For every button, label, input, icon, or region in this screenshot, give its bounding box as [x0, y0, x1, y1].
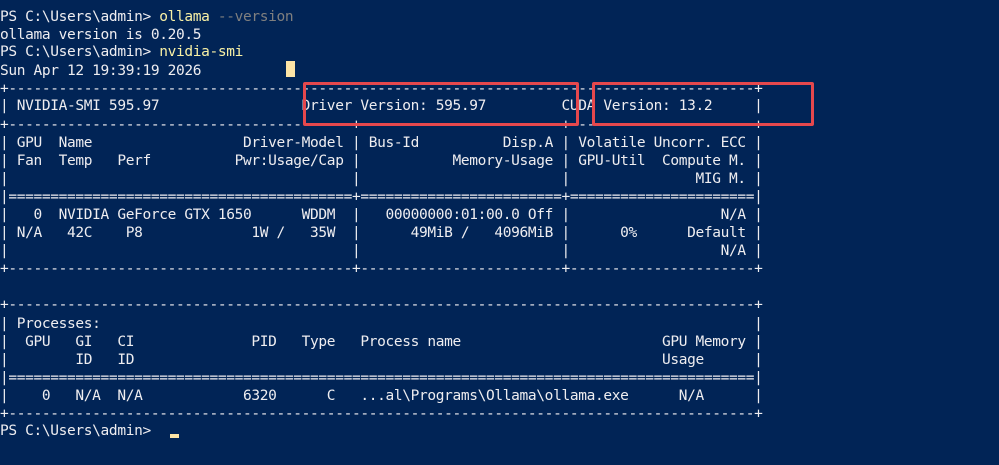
smi-column-header-1: | GPU Name Driver-Model | Bus-Id Disp.A … — [0, 135, 763, 151]
prompt: PS C:\Users\admin> — [0, 44, 160, 60]
smi-gpu-row-3: | | | N/A | — [0, 243, 763, 259]
prompt: PS C:\Users\admin> — [0, 9, 160, 25]
processes-column-header-1: | GPU GI CI PID Type Process name GPU Me… — [0, 334, 763, 350]
smi-column-header-3: | | | MIG M. | — [0, 171, 763, 187]
process-row-ollama: | 0 N/A N/A 6320 C ...al\Programs\Ollama… — [0, 388, 763, 404]
processes-title: | Processes: | — [0, 316, 763, 332]
command-ollama: ollama — [159, 9, 210, 25]
processes-separator-double: |=======================================… — [0, 370, 763, 386]
terminal-line-3: PS C:\Users\admin> nvidia-smi — [0, 43, 243, 61]
highlight-box-cuda-version — [592, 82, 814, 126]
smi-gpu-row-1: | 0 NVIDIA GeForce GTX 1650 WDDM | 00000… — [0, 207, 763, 223]
smi-gpu-row-2: | N/A 42C P8 1W / 35W | 49MiB / 4096MiB … — [0, 225, 763, 241]
powershell-terminal[interactable]: PS C:\Users\admin> ollama --version olla… — [0, 0, 999, 465]
ollama-version-output: ollama version is 0.20.5 — [0, 27, 202, 43]
smi-separator-double: |=======================================… — [0, 189, 763, 205]
processes-column-header-2: | ID ID Usage | — [0, 352, 763, 368]
smi-timestamp: Sun Apr 12 19:39:19 2026 — [0, 63, 202, 79]
command-param: --version — [209, 9, 294, 25]
final-prompt: PS C:\Users\admin> — [0, 423, 160, 439]
text-cursor — [286, 61, 295, 77]
processes-border-top: +---------------------------------------… — [0, 297, 763, 313]
text-cursor — [170, 434, 179, 438]
smi-column-header-2: | Fan Temp Perf Pwr:Usage/Cap | Memory-U… — [0, 153, 763, 169]
terminal-line-1: PS C:\Users\admin> ollama --version — [0, 8, 294, 26]
command-nvidia-smi: nvidia-smi — [159, 44, 244, 60]
highlight-box-driver-version — [303, 82, 579, 126]
processes-border-bottom: +---------------------------------------… — [0, 406, 763, 422]
smi-separator: +---------------------------------------… — [0, 261, 763, 277]
